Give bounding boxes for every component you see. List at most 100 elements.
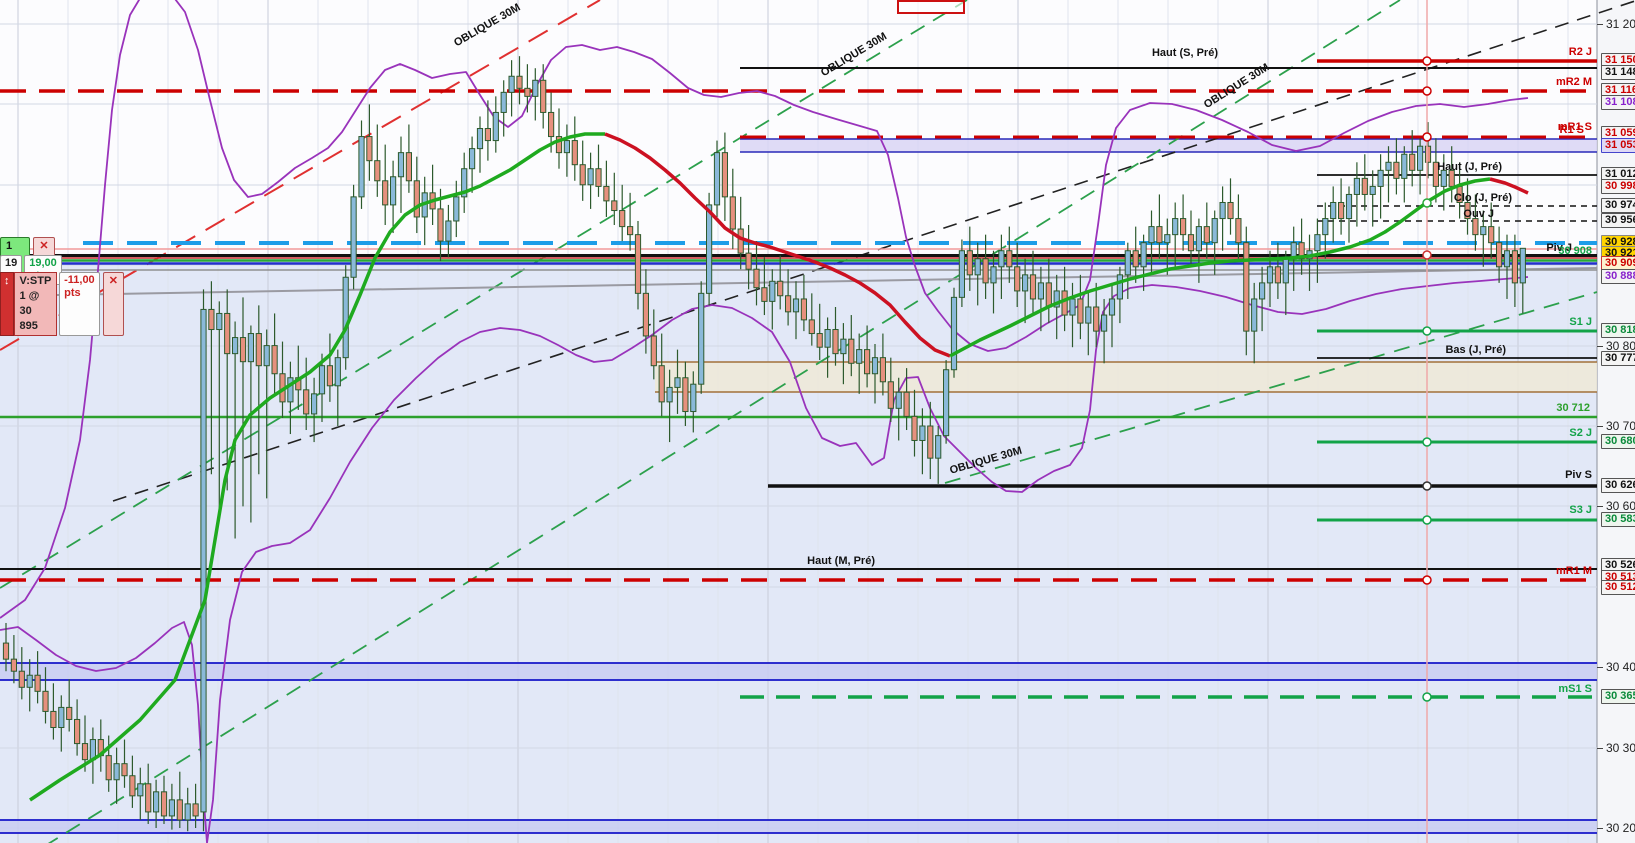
candle-down[interactable] [753,268,760,289]
candle-down[interactable] [81,743,89,761]
candle-down[interactable] [1274,266,1282,284]
candle-down[interactable] [1424,145,1432,163]
candle-up[interactable] [1266,266,1274,284]
candle-up[interactable] [1037,282,1045,300]
candle-up[interactable] [1069,298,1076,316]
pivot-anchor-marker[interactable] [1422,86,1432,96]
candle-down[interactable] [1472,218,1479,236]
candle-down[interactable] [761,287,768,302]
candle-up[interactable] [500,91,507,113]
candle-down[interactable] [176,799,183,821]
candle-down[interactable] [192,803,199,817]
candle-down[interactable] [1180,218,1187,236]
candle-up[interactable] [563,140,570,154]
pivot-anchor-marker[interactable] [1422,481,1432,491]
candle-up[interactable] [1480,226,1487,236]
candle-up[interactable] [1322,218,1329,236]
candle-up[interactable] [1022,274,1029,292]
candle-up[interactable] [137,783,144,797]
candle-down[interactable] [658,365,665,403]
candle-down[interactable] [129,775,136,797]
drag-stop-icon[interactable]: ↕ [0,272,14,336]
candle-down[interactable] [1203,226,1210,244]
candle-up[interactable] [666,386,673,403]
candle-down[interactable] [2,642,10,660]
candle-up[interactable] [958,250,965,298]
candle-up[interactable] [318,365,326,395]
axis-price-label[interactable]: 30 998 [1601,179,1635,194]
candle-up[interactable] [58,706,65,729]
candle-down[interactable] [326,365,333,387]
axis-price-label[interactable]: 30 365 [1601,689,1635,704]
candle-up[interactable] [153,791,160,813]
candle-up[interactable] [1259,282,1266,300]
axis-price-label[interactable]: 31 053 [1601,138,1635,153]
candle-down[interactable] [879,357,886,383]
candle-up[interactable] [950,296,958,371]
axis-price-label[interactable]: 30 888 [1601,269,1635,284]
candle-down[interactable] [777,280,784,297]
candle-down[interactable] [982,258,989,284]
candle-down[interactable] [160,791,168,817]
candle-up[interactable] [1282,258,1289,284]
axis-price-label[interactable]: 30 680 [1601,434,1635,449]
candle-up[interactable] [1148,226,1155,244]
candle-down[interactable] [785,295,792,313]
axis-price-label[interactable]: 30 818 [1601,323,1635,338]
line-label: 30 712 [1556,402,1590,414]
candle-down[interactable] [10,658,17,672]
candle-up[interactable] [184,803,191,821]
axis-price-label[interactable]: 30 512 [1601,580,1635,595]
candle-up[interactable] [113,763,120,781]
candle-down[interactable] [121,763,128,777]
pivot-anchor-marker[interactable] [1422,326,1432,336]
candle-up[interactable] [1172,218,1179,236]
candle-down[interactable] [642,292,649,337]
candle-up[interactable] [769,280,776,302]
candle-up[interactable] [168,799,176,817]
candle-up[interactable] [334,357,341,387]
candle-down[interactable] [627,226,634,236]
candle-up[interactable] [792,298,800,313]
candle-up[interactable] [1211,218,1218,244]
candle-up[interactable] [1108,298,1116,316]
pivot-anchor-marker[interactable] [1422,56,1432,66]
candle-up[interactable] [1116,274,1124,300]
axis-price-label[interactable]: 31 108 [1601,95,1635,110]
candle-down[interactable] [105,755,112,781]
candle-down[interactable] [1061,290,1068,316]
candle-down[interactable] [721,152,728,198]
candle-down[interactable] [74,718,81,745]
candle-up[interactable] [974,258,981,276]
candle-up[interactable] [935,435,942,459]
cancel-stop-button[interactable]: ✕ [102,272,124,336]
selected-line-box[interactable] [897,0,965,14]
candle-down[interactable] [1029,274,1037,300]
candle-down[interactable] [50,710,57,728]
candle-down[interactable] [1235,218,1242,244]
stop-order-label[interactable]: V:STP 1 @ 30 895 [13,272,58,336]
axis-price-label[interactable]: 30 583 [1601,512,1635,527]
candle-down[interactable] [1014,266,1021,292]
axis-price-label[interactable]: 30 626 [1601,478,1635,493]
pivot-anchor-marker[interactable] [1422,437,1432,447]
candle-up[interactable] [990,266,997,284]
axis-price-label[interactable]: 31 148 [1601,65,1635,80]
candle-down[interactable] [66,706,73,720]
candle-down[interactable] [366,136,373,162]
candle-up[interactable] [445,220,452,242]
candle-down[interactable] [1156,226,1163,244]
pivot-anchor-marker[interactable] [1422,515,1432,525]
axis-price-label[interactable]: 30 974 [1601,198,1635,213]
axis-price-label[interactable]: 30 956 [1601,213,1635,228]
axis-price-label[interactable]: 30 777 [1601,351,1635,366]
candle-down[interactable] [1045,282,1052,308]
candle-down[interactable] [1488,226,1495,244]
candle-up[interactable] [871,357,879,375]
candle-up[interactable] [287,377,294,403]
candle-down[interactable] [524,87,531,97]
candle-down[interactable] [145,783,152,813]
candle-up[interactable] [698,292,705,385]
candle-up[interactable] [674,377,681,388]
pivot-anchor-marker[interactable] [1422,575,1432,585]
